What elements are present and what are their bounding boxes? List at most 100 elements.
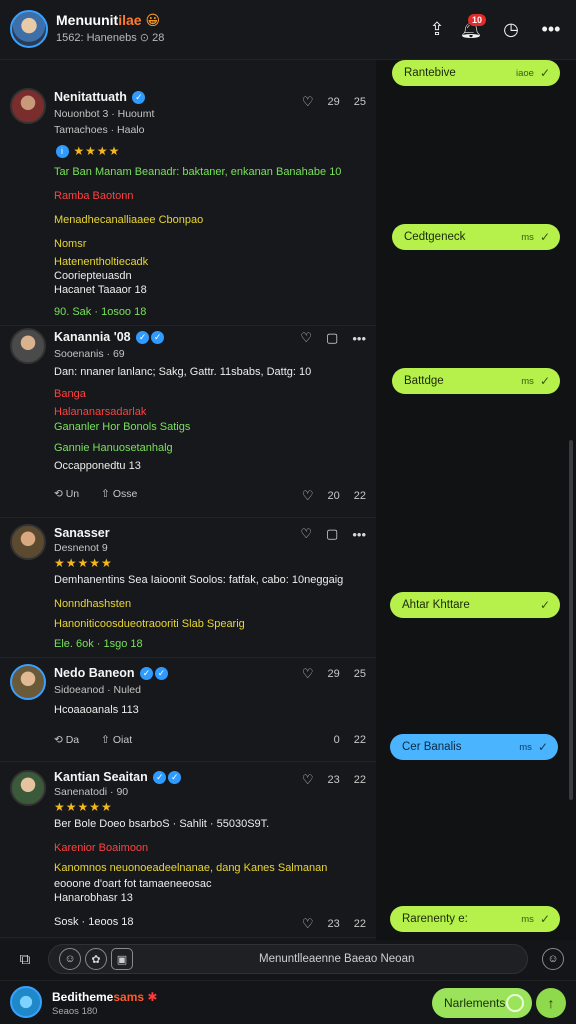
post-text: Menadhecanalliaaee Cbonpao xyxy=(54,214,204,226)
comment-icon[interactable]: ▢ xyxy=(326,330,338,346)
post-card: Kanannia '08 ✓ ✓ Sooenanis · 69 ♡ ▢ ••• D… xyxy=(0,326,376,518)
verified-icon: ✓ xyxy=(151,331,165,345)
voice-icon[interactable]: ☺ xyxy=(542,948,564,970)
verified-icon: ✓ xyxy=(132,91,146,105)
post-text: Hanarobhasr 13 xyxy=(54,892,133,904)
heart-icon[interactable]: ♡ xyxy=(302,488,314,504)
post-feed: Nenitattuath ✓ Nouonbot 3 · Huoumt Tamac… xyxy=(0,60,376,940)
post-meta: Sanenatodi · 90 xyxy=(54,786,129,798)
post-author[interactable]: Kanannia '08 ✓ ✓ xyxy=(54,330,165,345)
input-placeholder: Menuntlleaenne Baeao Neoan xyxy=(259,953,415,965)
more-icon[interactable]: ••• xyxy=(352,331,366,346)
post-text: Dan: nnaner lanlanc; Sakg, Gattr. 11sbab… xyxy=(54,366,312,378)
chat-bubble[interactable]: Rarenenty e: ms ✓ xyxy=(390,906,560,932)
sticker-icon[interactable]: ✿ xyxy=(85,948,107,970)
scrollbar[interactable] xyxy=(569,440,573,800)
post-meta: Desnenot 9 xyxy=(54,542,108,554)
rating-stars: i ★★★★ xyxy=(54,144,120,159)
heart-icon[interactable]: ♡ xyxy=(302,772,314,788)
message-input[interactable]: ☺ ✿ ▣ Menuntlleaenne Baeao Neoan xyxy=(48,944,528,974)
post-text: Banga xyxy=(54,388,86,400)
emoji-icon[interactable]: ☺ xyxy=(59,948,81,970)
post-footer: ⟲ Da ⇧ Oiat xyxy=(54,734,132,746)
chat-bubble[interactable]: Battdge ms ✓ xyxy=(392,368,560,394)
comment-count: 22 xyxy=(353,490,366,502)
chat-bubble[interactable]: Cer Banalis ms ✓ xyxy=(390,734,558,760)
post-avatar[interactable] xyxy=(10,664,46,700)
post-author[interactable]: Nenitattuath ✓ xyxy=(54,90,146,105)
chat-bubble[interactable]: Ahtar Khttare ✓ xyxy=(390,592,560,618)
chat-bubble[interactable]: Cedtgeneck ms ✓ xyxy=(392,224,560,250)
post-avatar[interactable] xyxy=(10,88,46,124)
check-icon: ✓ xyxy=(539,66,550,80)
check-icon: ✓ xyxy=(539,374,550,388)
post-avatar[interactable] xyxy=(10,770,46,806)
comment-count: 22 xyxy=(353,734,366,746)
post-card: Nedo Baneon ✓ ✓ Sidoeanod · Nuled ♡ 29 25… xyxy=(0,658,376,762)
like-count: 29 xyxy=(327,668,340,680)
more-icon[interactable]: ••• xyxy=(538,16,564,42)
heart-icon[interactable]: ♡ xyxy=(302,666,314,682)
post-actions: ♡ 20 22 xyxy=(302,488,366,504)
comment-icon[interactable]: ▢ xyxy=(326,526,338,542)
check-icon: ✓ xyxy=(539,912,550,926)
user-avatar[interactable] xyxy=(10,986,42,1018)
profile-avatar[interactable] xyxy=(10,10,48,48)
more-icon[interactable]: ••• xyxy=(352,527,366,542)
reply-button[interactable]: ⟲ Un xyxy=(54,488,79,500)
heart-icon[interactable]: ♡ xyxy=(300,526,312,542)
heart-icon[interactable]: ♡ xyxy=(302,94,314,110)
post-text: Ramba Baotonn xyxy=(54,190,134,202)
bottom-bar: Bedithemesams ✱ Seaos 180 Narlements ↑ xyxy=(0,980,576,1024)
post-actions: ♡ 29 25 xyxy=(302,94,366,110)
comment-count: 22 xyxy=(353,918,366,930)
post-footer: ⟲ Un ⇧ Osse xyxy=(54,488,137,500)
post-text: eooone d'oart fot tamaeneeosac xyxy=(54,878,212,890)
like-count: 20 xyxy=(327,490,340,502)
post-text: Demhanentins Sea Iaioonit Soolos: fatfak… xyxy=(54,574,344,586)
post-meta: Tamachoes · Haalo xyxy=(54,124,145,136)
verified-icon: ✓ xyxy=(140,667,154,681)
post-author[interactable]: Kantian Seaitan ✓ ✓ xyxy=(54,770,182,785)
clock-icon[interactable]: ◷ xyxy=(498,16,524,42)
verified-icon: ✓ xyxy=(136,331,150,345)
post-actions: ♡ 29 25 xyxy=(302,666,366,682)
chat-bubble[interactable]: Rantebive iaoe ✓ xyxy=(392,60,560,86)
notification-badge: 10 xyxy=(468,14,487,26)
share-button[interactable]: ⇧ Osse xyxy=(101,488,137,500)
post-author[interactable]: Sanasser xyxy=(54,526,110,540)
post-author[interactable]: Nedo Baneon ✓ ✓ xyxy=(54,666,169,681)
heart-icon[interactable]: ♡ xyxy=(302,916,314,932)
post-footer: Sosk · 1eoos 18 xyxy=(54,916,134,928)
post-card: Sanasser Desnenot 9 ♡ ▢ ••• ★★★★★ Demhan… xyxy=(0,518,376,658)
post-card: Kantian Seaitan ✓ ✓ Sanenatodi · 90 ♡ 23 … xyxy=(0,762,376,938)
like-count: 0 xyxy=(333,734,340,746)
user-status: Seaos 180 xyxy=(52,1006,98,1017)
post-text: Hcoaaoanals 113 xyxy=(54,704,139,716)
attach-icon[interactable]: ⧉ xyxy=(14,948,36,970)
chat-panel: Rantebive iaoe ✓ Cedtgeneck ms ✓ Battdge ms ✓ … xyxy=(376,60,576,940)
post-avatar[interactable] xyxy=(10,328,46,364)
primary-action-button[interactable]: Narlements xyxy=(432,988,532,1018)
post-text: Occapponedtu 13 xyxy=(54,460,141,472)
like-count: 23 xyxy=(327,774,340,786)
gif-icon[interactable]: ▣ xyxy=(111,948,133,970)
post-footer: Ele. 6ok · 1sgo 18 xyxy=(54,638,143,650)
share-button[interactable]: ⇧ Oiat xyxy=(101,734,132,746)
like-count: 29 xyxy=(327,96,340,108)
verified-icon: ✓ xyxy=(155,667,169,681)
check-icon: ✓ xyxy=(539,598,550,612)
post-text: Cooriepteuasdn xyxy=(54,270,132,282)
post-avatar[interactable] xyxy=(10,524,46,560)
share-icon[interactable]: ⇪ xyxy=(424,16,450,42)
info-icon: i xyxy=(56,145,69,159)
post-actions: ♡ ▢ ••• xyxy=(300,330,366,346)
channel-title: Menuunitilae 😀 xyxy=(56,12,161,28)
reply-button[interactable]: ⟲ Da xyxy=(54,734,79,746)
post-text: Kanomnos neuonoeadeelnanae, dang Kanes S… xyxy=(54,862,328,874)
send-button[interactable]: ↑ xyxy=(536,988,566,1018)
post-actions: ♡ ▢ ••• xyxy=(300,526,366,542)
post-text: Gananler Hor Bonols Satigs xyxy=(54,421,191,433)
comment-count: 25 xyxy=(353,96,366,108)
heart-icon[interactable]: ♡ xyxy=(300,330,312,346)
